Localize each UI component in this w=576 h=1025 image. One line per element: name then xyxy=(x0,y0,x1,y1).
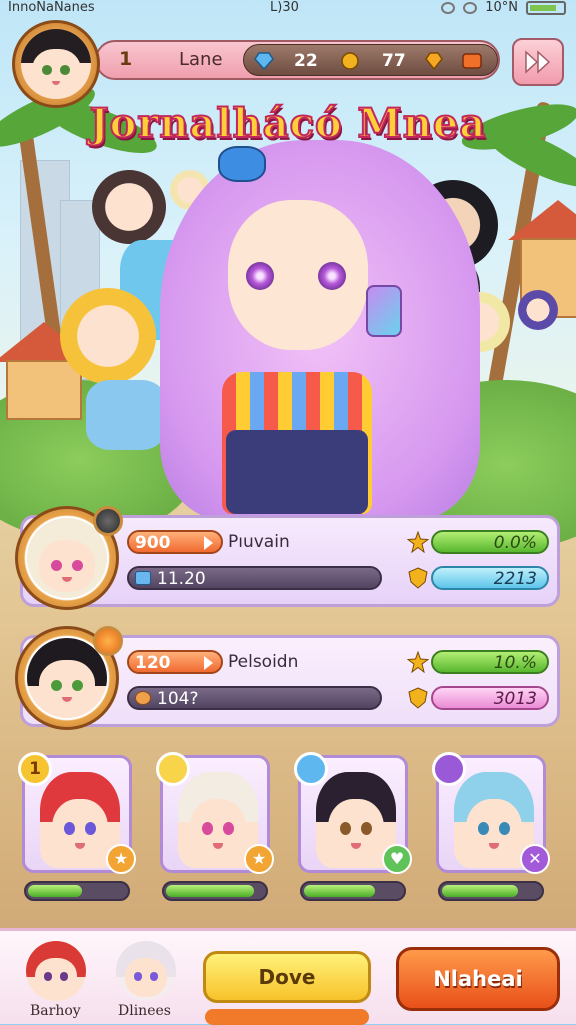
hp-bar xyxy=(162,881,268,901)
status-right-text: 10°N xyxy=(485,0,518,15)
status-right: 10°N xyxy=(441,0,566,15)
side-character-blonde xyxy=(60,288,156,384)
side-character-skirt xyxy=(86,380,166,450)
player-info-bar: 1 Lane 22 77 xyxy=(95,40,500,80)
bottom-character-2-name: Dlinees xyxy=(118,1003,171,1019)
bottom-bar: Barhoy Dlinees Dove Nlaheai xyxy=(0,928,576,1025)
star-icon[interactable]: ★ xyxy=(106,844,136,874)
bottom-character-2[interactable] xyxy=(110,937,182,1009)
team-card[interactable]: 120 Pelsoidn 104? 10.% 3013 xyxy=(15,626,560,730)
power-pill: 120 xyxy=(127,650,223,674)
skip-button[interactable] xyxy=(512,38,564,86)
heart-gem-icon xyxy=(254,52,274,70)
power-value: 120 xyxy=(135,653,171,673)
dove-button[interactable]: Dove xyxy=(203,951,371,1003)
shield-icon xyxy=(408,567,428,589)
gem-pill: 3013 xyxy=(431,686,549,710)
side-character-purple xyxy=(518,290,558,330)
flag-icon xyxy=(135,571,151,585)
hp-bar-fill xyxy=(166,885,254,897)
bottom-character-1[interactable] xyxy=(20,937,92,1009)
hp-bar xyxy=(438,881,544,901)
hp-bar xyxy=(24,881,130,901)
add-currency-icon[interactable] xyxy=(462,52,482,70)
stat-value: 104? xyxy=(157,689,199,709)
dove-progress-bar xyxy=(205,1009,369,1025)
hp-bar-fill xyxy=(442,885,518,897)
heroine-dress-skirt xyxy=(226,430,368,514)
player-name: Lane xyxy=(179,49,223,70)
house-roof xyxy=(508,200,576,240)
gem-count: 22 xyxy=(294,51,318,71)
arrow-right-icon xyxy=(204,536,213,550)
shield-icon xyxy=(408,687,428,709)
coin-icon xyxy=(135,691,151,705)
rank-badge-icon xyxy=(93,506,123,536)
rate-pill: 10.% xyxy=(431,650,549,674)
fast-forward-icon xyxy=(525,50,551,74)
gold-gem-icon xyxy=(425,52,443,70)
side-character-black-hair xyxy=(92,170,166,244)
game-title: Jornalhácó Mnea xyxy=(89,99,487,148)
gem-value: 2213 xyxy=(493,569,537,589)
gem-value: 3013 xyxy=(493,689,537,709)
battery-icon xyxy=(526,0,566,15)
rate-pill: 0.0% xyxy=(431,530,549,554)
heroine-bow xyxy=(218,146,266,182)
rank-badge xyxy=(294,752,328,786)
hp-bar-fill xyxy=(28,885,82,897)
stat-value: 11.20 xyxy=(157,569,206,589)
player-level: 1 xyxy=(119,48,133,70)
player-avatar[interactable] xyxy=(12,20,100,108)
gem-pill: 2213 xyxy=(431,566,549,590)
stat-pill: 11.20 xyxy=(127,566,382,590)
wifi-icon xyxy=(441,1,456,14)
rank-badge xyxy=(432,752,466,786)
heart-badge-icon xyxy=(93,626,123,656)
resource-strip: 22 77 xyxy=(243,44,498,76)
team-name: Pıuvain xyxy=(228,532,290,552)
hp-bar xyxy=(300,881,406,901)
heroine-phone xyxy=(366,285,402,337)
status-app-name: InnoNaNanes xyxy=(8,0,95,15)
rate-value: 10.% xyxy=(493,653,537,673)
avatar-face xyxy=(21,29,91,99)
heroine-eye xyxy=(246,262,274,290)
bottom-character-1-name: Barhoy xyxy=(30,1003,81,1019)
star-burst-icon xyxy=(407,651,429,673)
status-bar: InnoNaNanes L)30 10°N xyxy=(0,0,576,18)
status-center-text: L)30 xyxy=(270,0,299,15)
power-value: 900 xyxy=(135,533,171,553)
close-icon[interactable]: ✕ xyxy=(520,844,550,874)
heart-icon[interactable]: ♥ xyxy=(382,844,412,874)
hp-bar-fill xyxy=(304,885,375,897)
signal-icon xyxy=(463,1,478,14)
team-card[interactable]: 900 Pıuvain 11.20 0.0% 2213 xyxy=(15,506,560,610)
coin-count: 77 xyxy=(382,51,406,71)
rate-value: 0.0% xyxy=(493,533,537,553)
main-action-button[interactable]: Nlaheai xyxy=(396,947,560,1011)
star-burst-icon xyxy=(407,531,429,553)
rank-badge xyxy=(156,752,190,786)
house xyxy=(6,360,82,420)
coin-icon xyxy=(341,52,359,70)
power-pill: 900 xyxy=(127,530,223,554)
heroine-eye xyxy=(318,262,346,290)
team-name: Pelsoidn xyxy=(228,652,299,672)
star-icon[interactable]: ★ xyxy=(244,844,274,874)
stat-pill: 104? xyxy=(127,686,382,710)
arrow-right-icon xyxy=(204,656,213,670)
rank-badge: 1 xyxy=(18,752,52,786)
